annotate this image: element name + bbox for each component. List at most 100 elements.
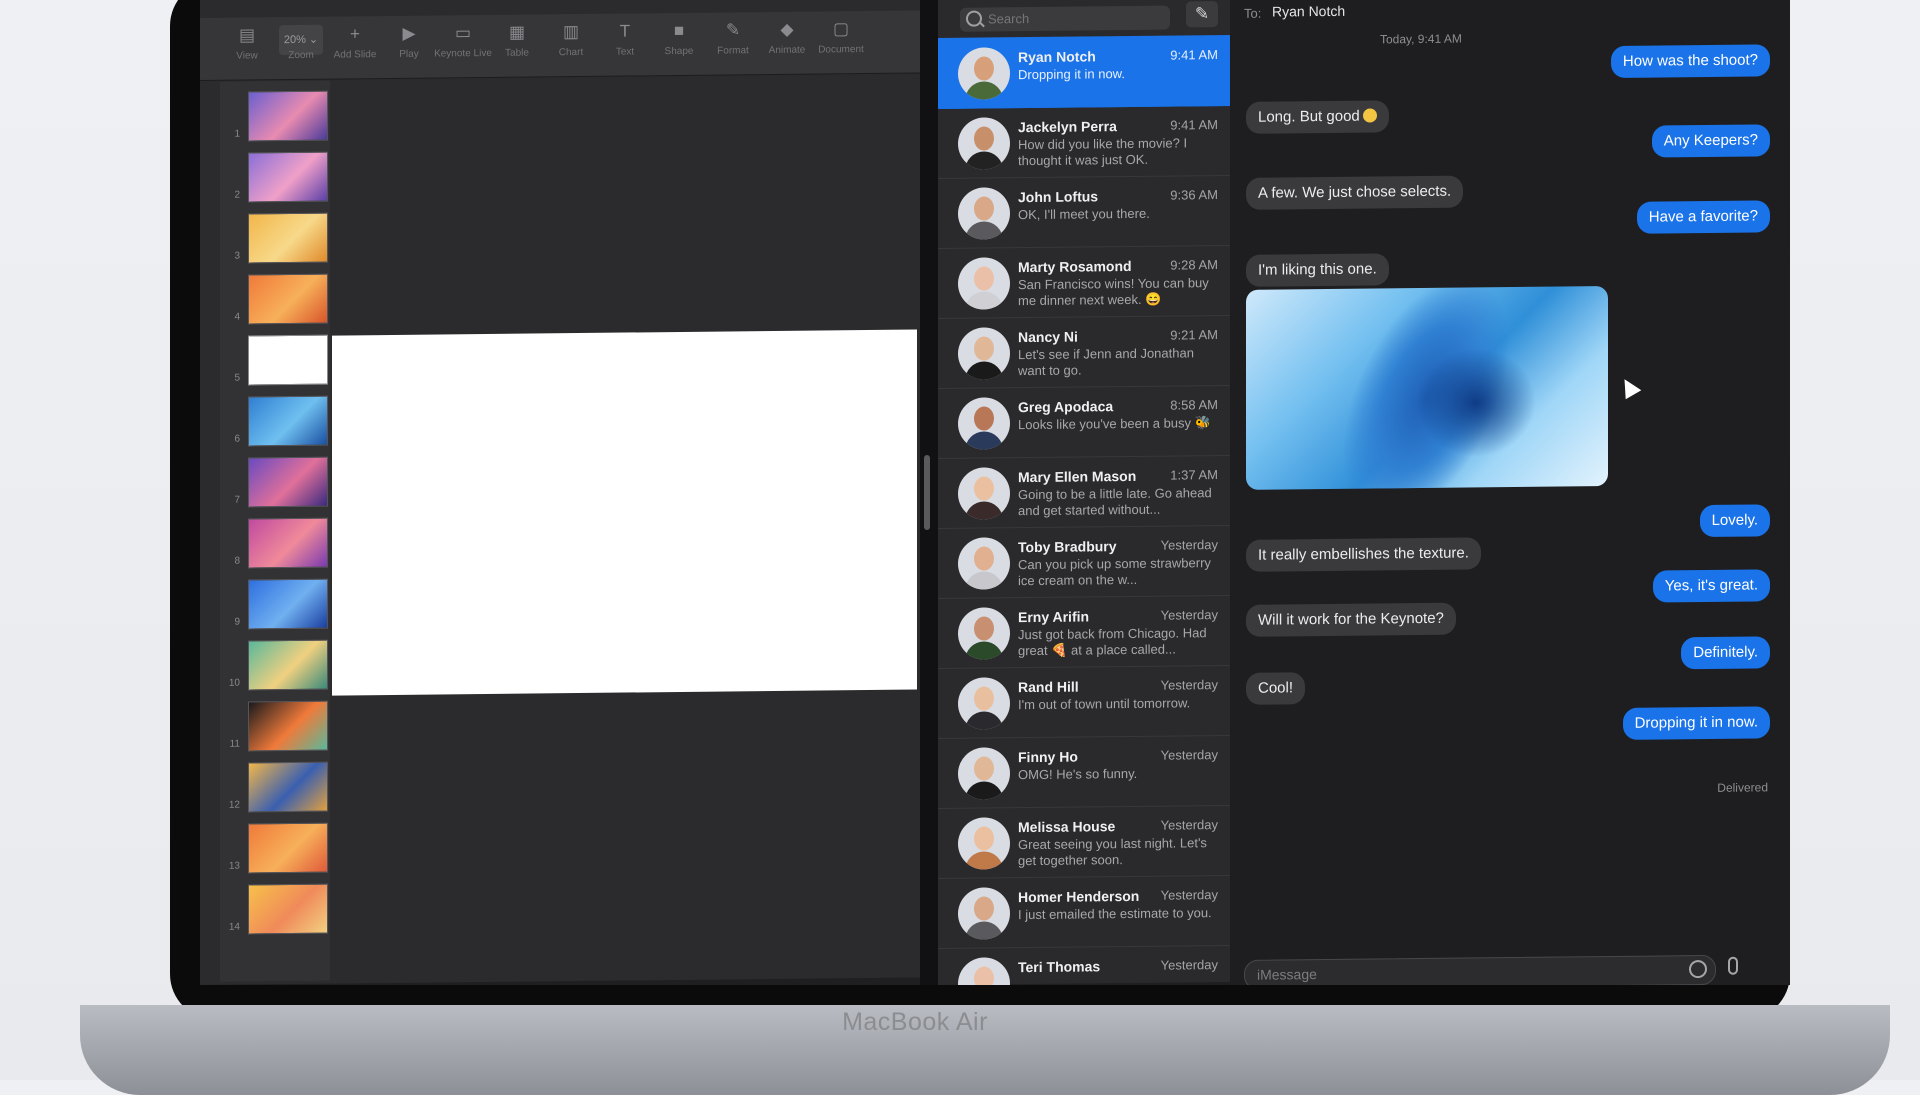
sent-message-bubble[interactable]: Dropping it in now. [1622,706,1770,740]
slide-number: 9 [234,616,240,628]
slide-thumbnail-row[interactable]: 6 [220,394,330,447]
message-preview: Dropping it in now. [1018,66,1125,83]
slide-thumbnail-row[interactable]: 10 [220,638,330,691]
slide-thumbnail-row[interactable]: 12 [220,760,330,813]
slide-thumbnail[interactable] [248,90,328,142]
slide-thumbnail[interactable] [248,273,328,325]
toolbar-chart-button[interactable]: ▥ Chart [542,20,600,59]
slide-thumbnail[interactable] [248,578,328,630]
photo-attachment[interactable] [1246,286,1608,490]
device-brand-label: MacBook Air [842,1008,988,1036]
slide-thumbnail-row[interactable]: 5 [220,333,330,386]
format-icon: ✎ [725,20,741,40]
mic-icon[interactable] [1728,956,1738,975]
conversation-row[interactable]: Homer Henderson Yesterday I just emailed t… [938,874,1230,949]
conversation-pane: To: Ryan Notch Today, 9:41 AM How was th… [1230,0,1790,985]
avatar-body [965,851,1003,870]
sent-message-bubble[interactable]: Lovely. [1699,504,1770,538]
message-preview: Great seeing you last night. Let's get t… [1018,835,1207,869]
message-time: Yesterday [1160,957,1218,973]
slide-navigator[interactable]: 1 2 3 4 5 6 7 8 9 10 11 12 13 14 [220,80,331,982]
current-slide[interactable] [332,329,917,696]
avatar-face [974,196,994,221]
compose-button[interactable]: ✎ [1186,1,1218,28]
toolbar-play-button[interactable]: ▶ Play [380,22,438,61]
sent-message-bubble[interactable]: Any Keepers? [1651,124,1770,158]
slide-thumbnail-row[interactable]: 9 [220,577,330,630]
slide-thumbnail[interactable] [248,700,328,752]
avatar-face [974,336,994,361]
conversation-row[interactable]: Toby Bradbury Yesterday Can you pick up so… [938,524,1230,599]
slide-thumbnail-row[interactable]: 8 [220,516,330,569]
avatar-face [974,756,994,781]
received-message-bubble[interactable]: It really embellishes the texture. [1246,537,1481,572]
contact-name: Homer Henderson [1018,887,1140,906]
slide-canvas[interactable] [330,74,920,981]
message-text: Have a favorite? [1648,207,1758,226]
contact-name: Greg Apodaca [1018,398,1114,416]
conversation-row[interactable]: Melissa House Yesterday Great seeing you l… [938,804,1230,879]
slide-number: 1 [234,128,240,140]
toolbar-document-button[interactable]: ▢ Document [812,17,870,56]
received-message-bubble[interactable]: Cool! [1246,672,1306,705]
split-view-handle[interactable] [924,455,930,530]
contact-name: Teri Thomas [1018,958,1101,976]
sent-message-bubble[interactable]: Definitely. [1681,636,1770,670]
toolbar-format-button[interactable]: ✎ Format [704,18,762,57]
search-field[interactable]: Search [960,5,1170,32]
message-preview: How did you like the movie? I thought it… [1018,135,1188,169]
message-preview: OMG! He's so funny. [1018,765,1138,783]
slide-thumbnail-row[interactable]: 14 [220,882,330,935]
slide-thumbnail-row[interactable]: 3 [220,211,330,264]
slide-thumbnail[interactable] [248,639,328,691]
conversation-row[interactable]: Nancy Ni 9:21 AM Let's see if Jenn and Jon… [938,314,1230,389]
toolbar-zoom-button[interactable]: 20% ⌄ Zoom [272,23,330,62]
compose-icon: ✎ [1194,4,1210,24]
conversation-row[interactable]: Finny Ho Yesterday OMG! He's so funny. [938,734,1230,809]
slide-thumbnail-row[interactable]: 11 [220,699,330,752]
toolbar-shape-button[interactable]: ■ Shape [650,19,708,58]
toolbar-add-slide-button[interactable]: + Add Slide [326,22,384,61]
conversation-row[interactable]: Marty Rosamond 9:28 AM San Francisco wins!… [938,244,1230,319]
toolbar-table-button[interactable]: ▦ Table [488,20,546,59]
slide-thumbnail-row[interactable]: 4 [220,272,330,325]
conversation-row[interactable]: Greg Apodaca 8:58 AM Looks like you've bee… [938,384,1230,459]
slide-thumbnail[interactable] [248,212,328,264]
received-message-bubble[interactable]: A few. We just chose selects. [1246,175,1464,210]
emoji-icon[interactable] [1689,960,1707,979]
slide-thumbnail[interactable] [248,761,328,813]
conversation-row[interactable]: Ryan Notch 9:41 AM Dropping it in now. [938,34,1230,109]
slide-thumbnail-row[interactable]: 2 [220,150,330,203]
sent-message-bubble[interactable]: How was the shoot? [1610,44,1770,79]
sent-message-bubble[interactable]: Have a favorite? [1636,200,1770,234]
toolbar-view-button[interactable]: ▤ View [218,23,276,62]
slide-thumbnail-row[interactable]: 7 [220,455,330,508]
toolbar-text-button[interactable]: T Text [596,19,654,58]
slide-thumbnail[interactable] [248,883,328,935]
received-message-bubble[interactable]: I'm liking this one. [1246,253,1389,287]
to-label: To: [1244,5,1262,21]
conversation-row[interactable]: Erny Arifin Yesterday Just got back from C… [938,594,1230,669]
conversation-row[interactable]: Jackelyn Perra 9:41 AM How did you like th… [938,104,1230,179]
slide-thumbnail[interactable] [248,822,328,874]
toolbar-keynote-live-button[interactable]: ▭ Keynote Live [434,21,492,60]
conversation-row[interactable]: Rand Hill Yesterday I'm out of town until … [938,664,1230,739]
message-time: Yesterday [1160,887,1218,903]
conversation-row[interactable]: Teri Thomas Yesterday [938,944,1230,985]
conversation-row[interactable]: Mary Ellen Mason 1:37 AM Going to be a lit… [938,454,1230,529]
toolbar-label: View [236,50,258,62]
slide-thumbnail[interactable] [248,151,328,203]
toolbar-animate-button[interactable]: ◆ Animate [758,18,816,57]
slide-thumbnail-row[interactable]: 1 [220,89,330,142]
imessage-input[interactable]: iMessage [1244,954,1716,985]
slide-thumbnail[interactable] [248,456,328,508]
sent-message-bubble[interactable]: Yes, it's great. [1652,569,1770,603]
received-message-bubble[interactable]: Will it work for the Keynote? [1246,602,1456,637]
slide-thumbnail-row[interactable]: 13 [220,821,330,874]
conversation-row[interactable]: John Loftus 9:36 AM OK, I'll meet you ther… [938,174,1230,249]
slide-thumbnail[interactable] [248,517,328,569]
received-message-bubble[interactable]: Long. But good [1246,100,1389,134]
slide-thumbnail[interactable] [248,395,328,447]
recipient-name[interactable]: Ryan Notch [1272,3,1345,20]
slide-thumbnail[interactable] [248,334,328,386]
